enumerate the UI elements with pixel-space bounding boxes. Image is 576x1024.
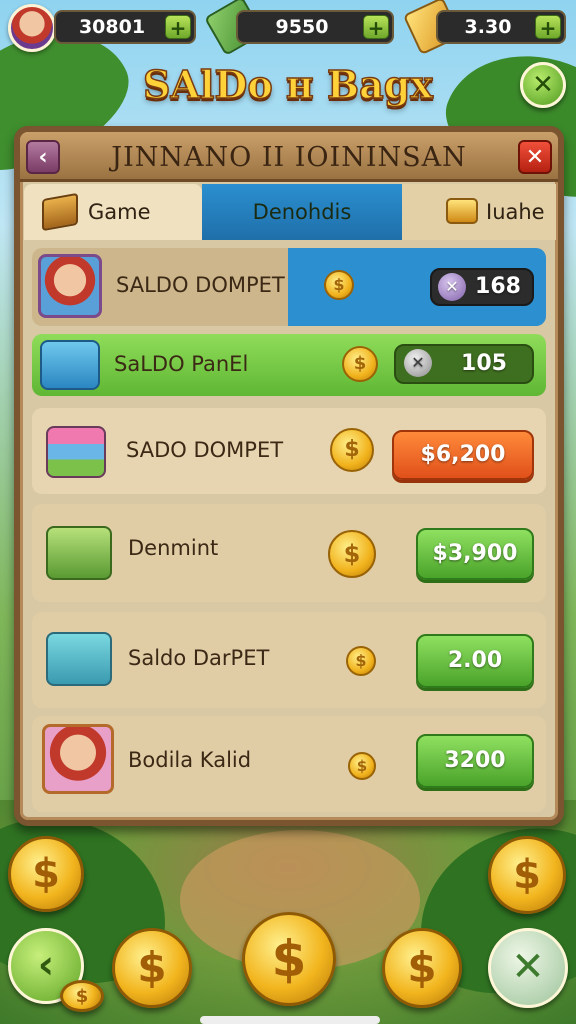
coins-value: 30801 bbox=[78, 16, 146, 38]
tab-game-label: Game bbox=[88, 200, 151, 224]
coin-icon: $ bbox=[346, 646, 376, 676]
cash-counter: 9550 + bbox=[236, 10, 394, 44]
coin-icon: $ bbox=[8, 836, 84, 912]
close-icon[interactable]: ✕ bbox=[488, 928, 568, 1008]
list-item[interactable]: Saldo DarPET $ 2.00 bbox=[32, 612, 546, 708]
tab-game[interactable]: Game bbox=[24, 184, 202, 240]
list-item[interactable]: SADO DOMPET $ $6,200 bbox=[32, 408, 546, 494]
row-label: SADO DOMPET bbox=[126, 438, 284, 462]
balance-button[interactable]: $6,200 bbox=[392, 430, 534, 480]
row-label: SaLDO PanEl bbox=[114, 352, 249, 376]
balance-button[interactable]: $3,900 bbox=[416, 528, 534, 580]
tab-iuahe-label: Iuahe bbox=[486, 200, 545, 224]
wallet-panel: ‹ JINNANO II IOININSAN ✕ Game Denohdis I… bbox=[14, 126, 564, 826]
box-icon bbox=[42, 192, 78, 232]
panel-header: ‹ JINNANO II IOININSAN ✕ bbox=[20, 132, 558, 182]
coin-icon: $ bbox=[330, 428, 374, 472]
coin-icon: $ bbox=[348, 752, 376, 780]
player-avatar[interactable] bbox=[8, 4, 56, 52]
game-title: SAlDo н Bagx bbox=[142, 61, 433, 108]
balance-button[interactable]: 3200 bbox=[416, 734, 534, 788]
row-label: Saldo DarPET bbox=[128, 646, 270, 670]
coins-counter: 30801 + bbox=[54, 10, 196, 44]
list-item[interactable]: SaLDO PanEl $ ✕ 105 bbox=[32, 334, 546, 396]
bottom-nav: $ $ ‹ $ $ $ $ ✕ bbox=[0, 836, 576, 1024]
row-label: Denmint bbox=[128, 536, 219, 560]
coin-button[interactable]: $ bbox=[112, 928, 192, 1008]
close-panel-button[interactable]: ✕ bbox=[518, 140, 552, 174]
gift-box-icon bbox=[46, 632, 112, 686]
tab-denohdis[interactable]: Denohdis bbox=[202, 184, 402, 240]
coin-icon: $ bbox=[488, 836, 566, 914]
close-icon: ✕ bbox=[438, 273, 466, 301]
cash-value: 9550 bbox=[275, 16, 329, 38]
gold-bars-icon bbox=[446, 198, 478, 224]
balance-value: ✕ 105 bbox=[394, 344, 534, 384]
character-avatar bbox=[38, 254, 102, 318]
add-gold-button[interactable]: + bbox=[535, 15, 561, 40]
coin-icon: $ bbox=[342, 346, 378, 382]
tab-bar: Game Denohdis Iuahe bbox=[24, 184, 556, 240]
coin-icon: $ bbox=[328, 530, 376, 578]
list-item[interactable]: SALDO DOMPET $ ✕ 168 bbox=[32, 248, 546, 326]
tab-denohdis-label: Denohdis bbox=[252, 200, 352, 224]
cash-stack-icon bbox=[46, 526, 112, 580]
coin-icon: $ bbox=[60, 980, 104, 1012]
gold-counter: 3.30 + bbox=[436, 10, 566, 44]
tab-iuahe[interactable]: Iuahe bbox=[402, 184, 556, 240]
balance-button[interactable]: 2.00 bbox=[416, 634, 534, 688]
add-cash-button[interactable]: + bbox=[363, 15, 389, 40]
balance-value-text: 105 bbox=[461, 351, 507, 376]
coin-button[interactable]: $ bbox=[242, 912, 336, 1006]
row-label: SALDO DOMPET bbox=[116, 273, 285, 297]
coin-button[interactable]: $ bbox=[382, 928, 462, 1008]
add-coins-button[interactable]: + bbox=[165, 15, 191, 40]
list-item[interactable]: Denmint $ $3,900 bbox=[32, 504, 546, 602]
balance-value: ✕ 168 bbox=[430, 268, 534, 306]
panel-title: JINNANO II IOININSAN bbox=[111, 142, 467, 173]
coin-icon: $ bbox=[324, 270, 354, 300]
chest-icon bbox=[40, 340, 100, 390]
close-icon[interactable]: ✕ bbox=[520, 62, 566, 108]
balance-value-text: 168 bbox=[475, 274, 521, 299]
resource-bar: 30801 + 9550 + 3.30 + bbox=[0, 0, 576, 57]
character-avatar bbox=[42, 724, 114, 794]
books-icon bbox=[46, 426, 106, 478]
close-icon: ✕ bbox=[404, 349, 432, 377]
gold-value: 3.30 bbox=[464, 16, 512, 38]
list-item[interactable]: Bodila Kalid $ 3200 bbox=[32, 716, 546, 812]
home-indicator bbox=[200, 1016, 380, 1024]
row-label: Bodila Kalid bbox=[128, 748, 252, 772]
